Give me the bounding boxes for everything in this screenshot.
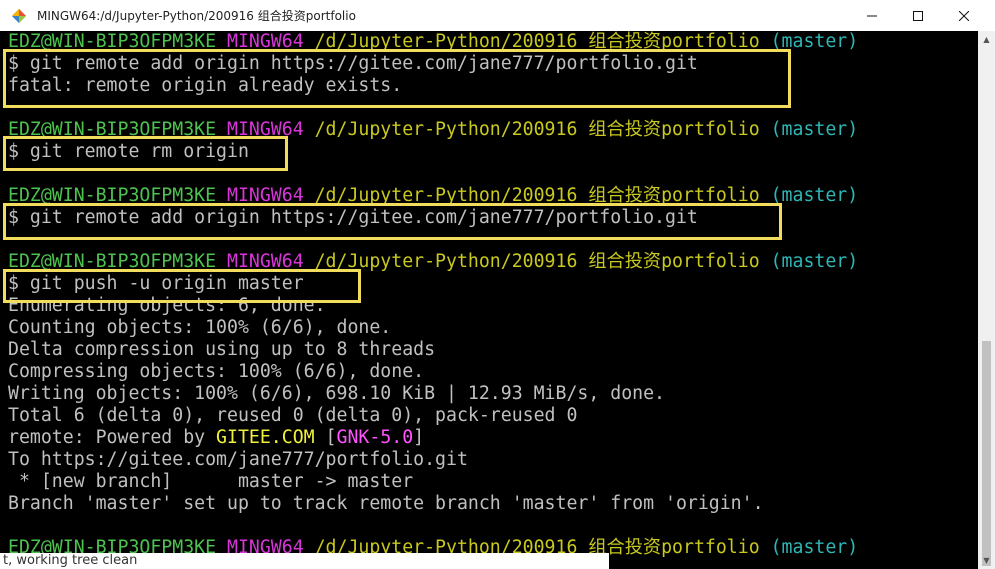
remote-gitee: GITEE.COM	[216, 427, 315, 448]
prompt-line-3: EDZ@WIN-BIP3OFPM3KE MINGW64 /d/Jupyter-P…	[8, 185, 858, 207]
prompt-line-4: EDZ@WIN-BIP3OFPM3KE MINGW64 /d/Jupyter-P…	[8, 251, 858, 273]
prompt-branch: (master)	[770, 251, 859, 272]
output-remote: remote: Powered by GITEE.COM [GNK-5.0]	[8, 427, 424, 449]
prompt-user: EDZ@WIN-BIP3OFPM3KE	[8, 31, 217, 52]
prompt-branch: (master)	[770, 537, 859, 558]
prompt-line-2: EDZ@WIN-BIP3OFPM3KE MINGW64 /d/Jupyter-P…	[8, 119, 858, 141]
terminal-output[interactable]: EDZ@WIN-BIP3OFPM3KE MINGW64 /d/Jupyter-P…	[0, 31, 995, 569]
window-title: MINGW64:/d/Jupyter-Python/200916 组合投资por…	[37, 9, 356, 23]
prompt-path: /d/Jupyter-Python/200916 组合投资portfolio	[314, 119, 760, 140]
prompt-env: MINGW64	[227, 251, 304, 272]
output-new-branch: * [new branch] master -> master	[8, 471, 414, 492]
prompt-branch: (master)	[770, 31, 859, 52]
prompt-line-1: EDZ@WIN-BIP3OFPM3KE MINGW64 /d/Jupyter-P…	[8, 31, 858, 53]
prompt-path: /d/Jupyter-Python/200916 组合投资portfolio	[314, 31, 760, 52]
output-track: Branch 'master' set up to track remote b…	[8, 493, 764, 514]
command-remote-add-2: $ git remote add origin https://gitee.co…	[8, 207, 698, 228]
output-compressing: Compressing objects: 100% (6/6), done.	[8, 361, 425, 382]
output-delta: Delta compression using up to 8 threads	[8, 339, 436, 360]
prompt-user: EDZ@WIN-BIP3OFPM3KE	[8, 251, 217, 272]
minimize-button[interactable]	[849, 0, 895, 31]
scroll-down-icon[interactable]: ▼	[978, 552, 995, 569]
remote-prefix: remote: Powered by	[8, 427, 217, 448]
prompt-env: MINGW64	[227, 185, 304, 206]
scroll-thumb[interactable]	[982, 341, 991, 566]
prompt-env: MINGW64	[227, 119, 304, 140]
prompt-branch: (master)	[770, 185, 859, 206]
background-window-text: t, working tree clean	[0, 553, 609, 569]
minimize-icon	[867, 15, 877, 16]
prompt-path: /d/Jupyter-Python/200916 组合投资portfolio	[314, 185, 760, 206]
output-to: To https://gitee.com/jane777/portfolio.g…	[8, 449, 468, 470]
remote-gnk: GNK-5.0	[336, 427, 414, 448]
prompt-user: EDZ@WIN-BIP3OFPM3KE	[8, 185, 217, 206]
scroll-up-icon[interactable]: ▲	[978, 31, 995, 48]
window-titlebar[interactable]: MINGW64:/d/Jupyter-Python/200916 组合投资por…	[0, 0, 995, 31]
output-writing: Writing objects: 100% (6/6), 698.10 KiB …	[8, 383, 665, 404]
vertical-scrollbar[interactable]: ▲ ▼	[978, 31, 995, 569]
prompt-path: /d/Jupyter-Python/200916 组合投资portfolio	[314, 251, 760, 272]
prompt-branch: (master)	[770, 119, 859, 140]
close-icon	[959, 10, 969, 21]
command-remote-rm: $ git remote rm origin	[8, 141, 249, 162]
output-counting: Counting objects: 100% (6/6), done.	[8, 317, 392, 338]
command-push: $ git push -u origin master	[8, 273, 304, 294]
output-enumerating: Enumerating objects: 6, done.	[8, 295, 326, 316]
maximize-button[interactable]	[895, 0, 941, 31]
git-bash-icon	[11, 8, 27, 24]
command-remote-add-1: $ git remote add origin https://gitee.co…	[8, 53, 698, 74]
prompt-user: EDZ@WIN-BIP3OFPM3KE	[8, 119, 217, 140]
error-output: fatal: remote origin already exists.	[8, 75, 403, 96]
output-total: Total 6 (delta 0), reused 0 (delta 0), p…	[8, 405, 578, 426]
close-button[interactable]	[941, 0, 987, 31]
maximize-icon	[913, 10, 923, 21]
prompt-env: MINGW64	[227, 31, 304, 52]
remote-bracket-open: [	[314, 427, 337, 448]
remote-bracket-close: ]	[413, 427, 425, 448]
